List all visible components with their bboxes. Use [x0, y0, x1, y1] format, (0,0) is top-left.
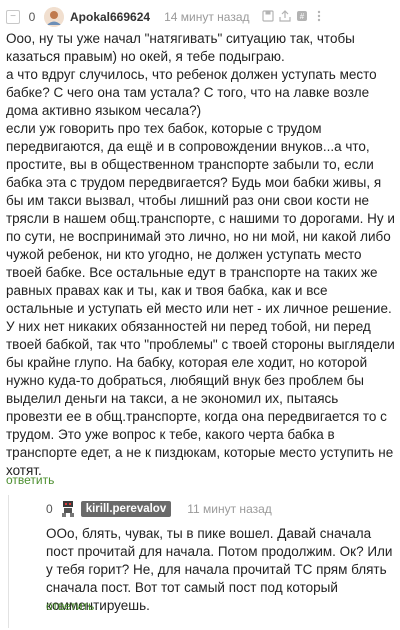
avatar[interactable]	[44, 7, 64, 27]
collapse-icon[interactable]: −	[6, 10, 20, 24]
comment-paragraph: если уж говорить про тех бабок, которые …	[6, 121, 395, 478]
comment-time[interactable]: 14 минут назад	[164, 10, 249, 24]
comment-author[interactable]: kirill.perevalov	[80, 501, 172, 517]
comment-paragraph: а что вдруг случилось, что ребенок долже…	[6, 67, 377, 118]
comment-paragraph: ООо, блять, чувак, ты в пике вошел. Дава…	[46, 526, 393, 613]
comment-paragraph: Ооо, ну ты уже начал "натягивать" ситуац…	[6, 31, 355, 64]
comment-header: − 0 Apokal669624 14 минут назад #	[6, 6, 400, 28]
next-comment-preview	[46, 620, 396, 630]
thread-branch-line[interactable]	[8, 495, 9, 628]
more-icon[interactable]	[313, 10, 325, 24]
comment-author[interactable]: Apokal669624	[70, 10, 150, 24]
comment-header: 0 kirill.perevalov 11 минут назад	[46, 499, 272, 519]
avatar[interactable]	[61, 500, 75, 518]
comment-text: Ооо, ну ты уже начал "натягивать" ситуац…	[6, 30, 396, 480]
share-icon[interactable]	[278, 10, 291, 24]
link-icon[interactable]: #	[296, 10, 308, 24]
comment-time[interactable]: 11 минут назад	[187, 502, 272, 516]
save-icon[interactable]	[261, 10, 274, 24]
comment-rating: 0	[28, 10, 36, 24]
reply-link[interactable]: ответить	[46, 599, 94, 613]
comment-text: ООо, блять, чувак, ты в пике вошел. Дава…	[46, 525, 396, 615]
comment-rating: 0	[46, 502, 53, 516]
reply-link[interactable]: ответить	[6, 473, 54, 487]
svg-text:#: #	[299, 12, 304, 21]
